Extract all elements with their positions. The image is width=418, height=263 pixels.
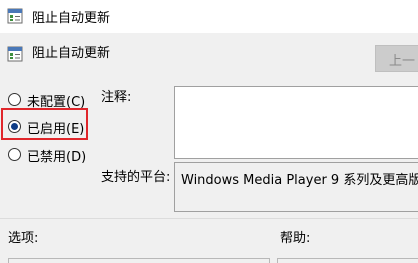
help-panel [277, 258, 418, 263]
supported-platform-value: Windows Media Player 9 系列及更高版本。 [181, 173, 418, 188]
window-title: 阻止自动更新 [32, 11, 111, 26]
highlight-frame [1, 108, 88, 140]
supported-platform-field: Windows Media Player 9 系列及更高版本。 [174, 162, 418, 212]
options-label: 选项: [8, 231, 39, 246]
policy-setting-icon [7, 46, 23, 62]
radio-label: 已禁用(D) [27, 150, 87, 165]
comment-label: 注释: [101, 90, 132, 105]
comment-textarea[interactable] [174, 86, 418, 159]
policy-editor-window: 阻止自动更新 阻止自动更新 上一 未配置(C) 已启用(E) 已禁用(D) 注释… [0, 0, 418, 263]
title-bar: 阻止自动更新 [0, 0, 418, 33]
help-label: 帮助: [280, 231, 311, 246]
supported-platform-label: 支持的平台: [101, 170, 171, 185]
radio-button[interactable] [8, 148, 21, 161]
policy-setting-icon [7, 8, 23, 24]
section-divider [0, 218, 418, 219]
previous-setting-button[interactable]: 上一 [375, 45, 418, 72]
policy-name-heading: 阻止自动更新 [32, 46, 111, 61]
options-panel [8, 258, 270, 263]
radio-button[interactable] [8, 93, 21, 106]
